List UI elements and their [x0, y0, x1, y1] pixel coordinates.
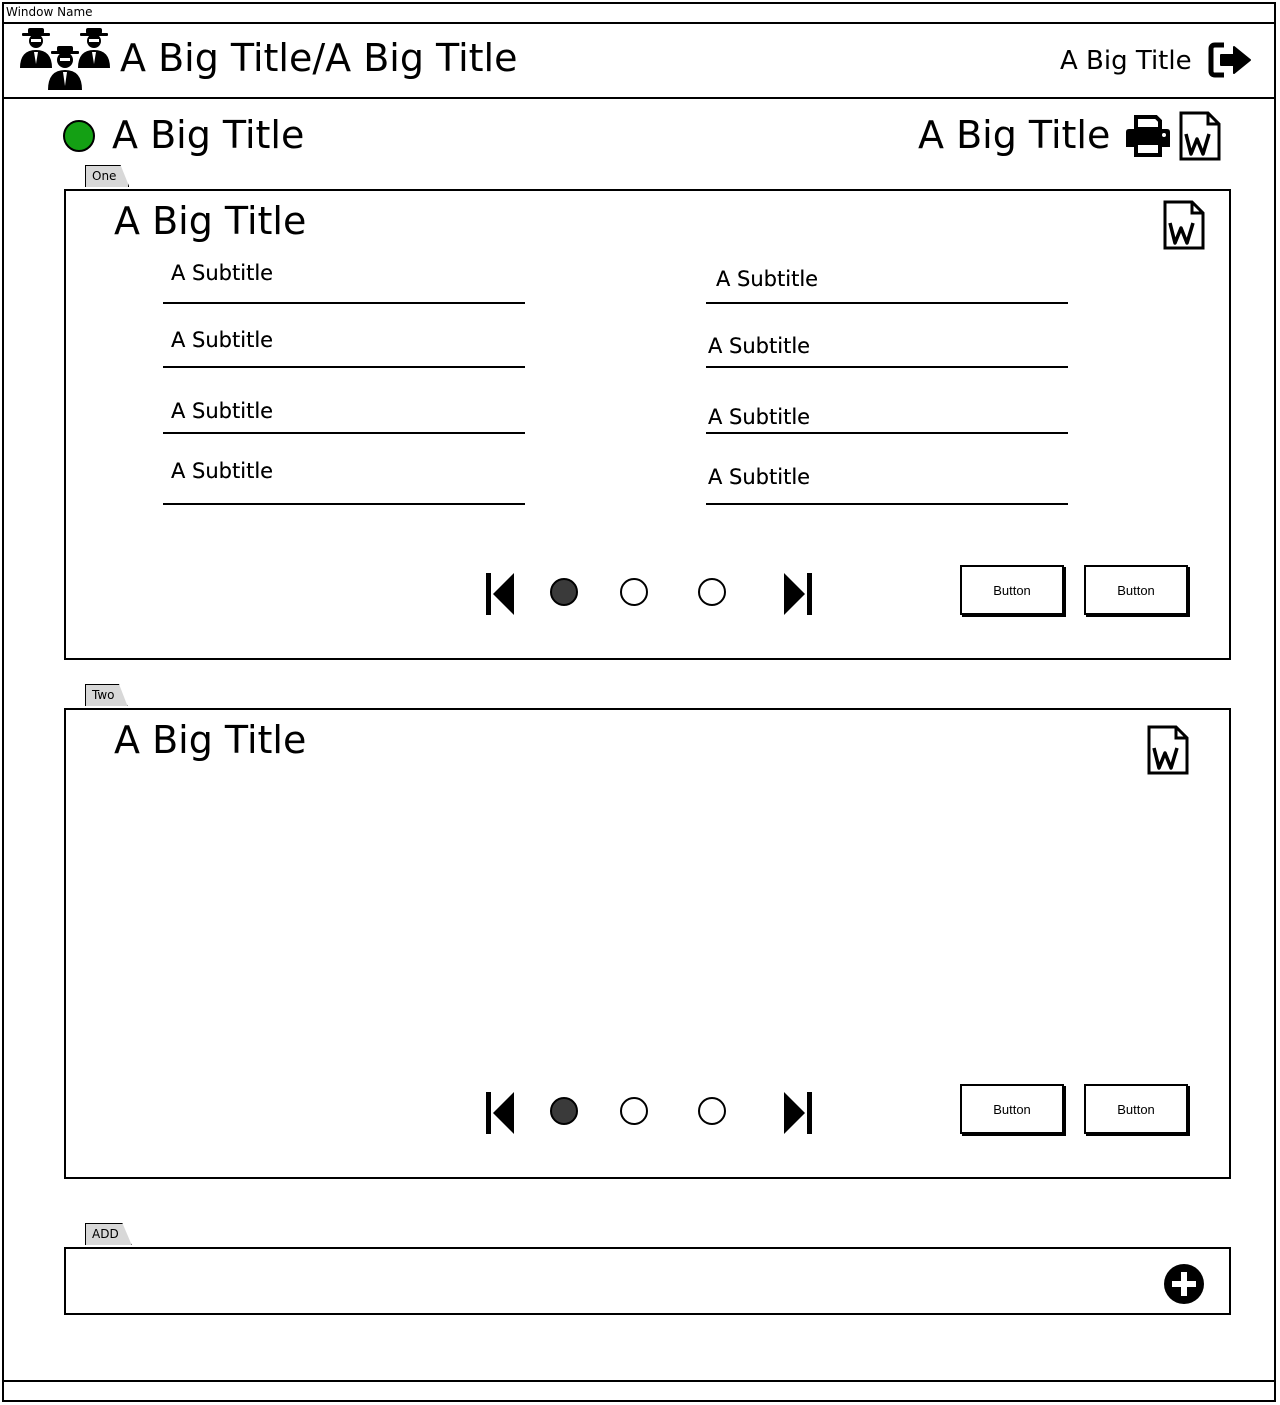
printer-icon[interactable] — [1124, 114, 1172, 158]
field-label: A Subtitle — [708, 405, 811, 429]
text-field-underline[interactable] — [706, 366, 1068, 368]
panel-button-2[interactable]: Button — [1084, 565, 1188, 615]
field-label: A Subtitle — [716, 267, 819, 291]
breadcrumb-item-1[interactable]: A Big Title — [120, 36, 312, 80]
breadcrumb-item-2[interactable]: A Big Title — [325, 36, 517, 80]
plus-circle-icon[interactable] — [1162, 1262, 1206, 1306]
pager-dot[interactable] — [698, 578, 726, 606]
status-right-title: A Big Title — [918, 113, 1111, 157]
text-field-underline[interactable] — [163, 503, 525, 505]
user-name: A Big Title — [1060, 46, 1192, 76]
pager-dot[interactable] — [698, 1097, 726, 1125]
panel-button-1[interactable]: Button — [960, 565, 1064, 615]
word-document-icon[interactable] — [1146, 724, 1190, 776]
text-field-underline[interactable] — [706, 432, 1068, 434]
text-field-underline[interactable] — [163, 302, 525, 304]
page-title: A Big Title — [112, 113, 305, 157]
panel-button-2[interactable]: Button — [1084, 1084, 1188, 1134]
spy-group-icon — [20, 28, 110, 90]
first-page-icon[interactable] — [484, 571, 516, 617]
field-label: A Subtitle — [171, 399, 274, 423]
pager-dot[interactable] — [550, 1097, 578, 1125]
pager-dot[interactable] — [550, 578, 578, 606]
logout-icon[interactable] — [1208, 42, 1254, 78]
form-panel-2: A Big Title A Subtitle A Subtitle A Subtit… — [64, 261, 1231, 1179]
panel-title: A Big Title — [114, 199, 307, 243]
panel-button-1[interactable]: Button — [960, 1084, 1064, 1134]
word-document-icon[interactable] — [1178, 110, 1222, 162]
first-page-icon[interactable] — [484, 1090, 516, 1136]
footer-divider — [2, 1380, 1276, 1382]
status-indicator — [63, 120, 95, 152]
field-label: A Subtitle — [171, 459, 274, 483]
field-label: A Subtitle — [171, 261, 274, 285]
app-header: A Big Title/A Big Title A Big Title — [2, 22, 1276, 99]
window-title: Window Name — [2, 2, 1276, 24]
breadcrumb: A Big Title/A Big Title — [120, 36, 518, 80]
last-page-icon[interactable] — [782, 571, 814, 617]
text-field-underline[interactable] — [706, 503, 1068, 505]
pager-dot[interactable] — [620, 578, 648, 606]
text-field-underline[interactable] — [163, 366, 525, 368]
panel-title: A Big Title — [114, 718, 307, 762]
word-document-icon[interactable] — [1162, 199, 1206, 251]
text-field-underline[interactable] — [706, 302, 1068, 304]
breadcrumb-separator: / — [312, 36, 326, 80]
add-panel — [64, 1247, 1231, 1315]
pager-dot[interactable] — [620, 1097, 648, 1125]
field-label: A Subtitle — [708, 334, 811, 358]
last-page-icon[interactable] — [782, 1090, 814, 1136]
field-label: A Subtitle — [171, 328, 274, 352]
field-label: A Subtitle — [708, 465, 811, 489]
text-field-underline[interactable] — [163, 432, 525, 434]
